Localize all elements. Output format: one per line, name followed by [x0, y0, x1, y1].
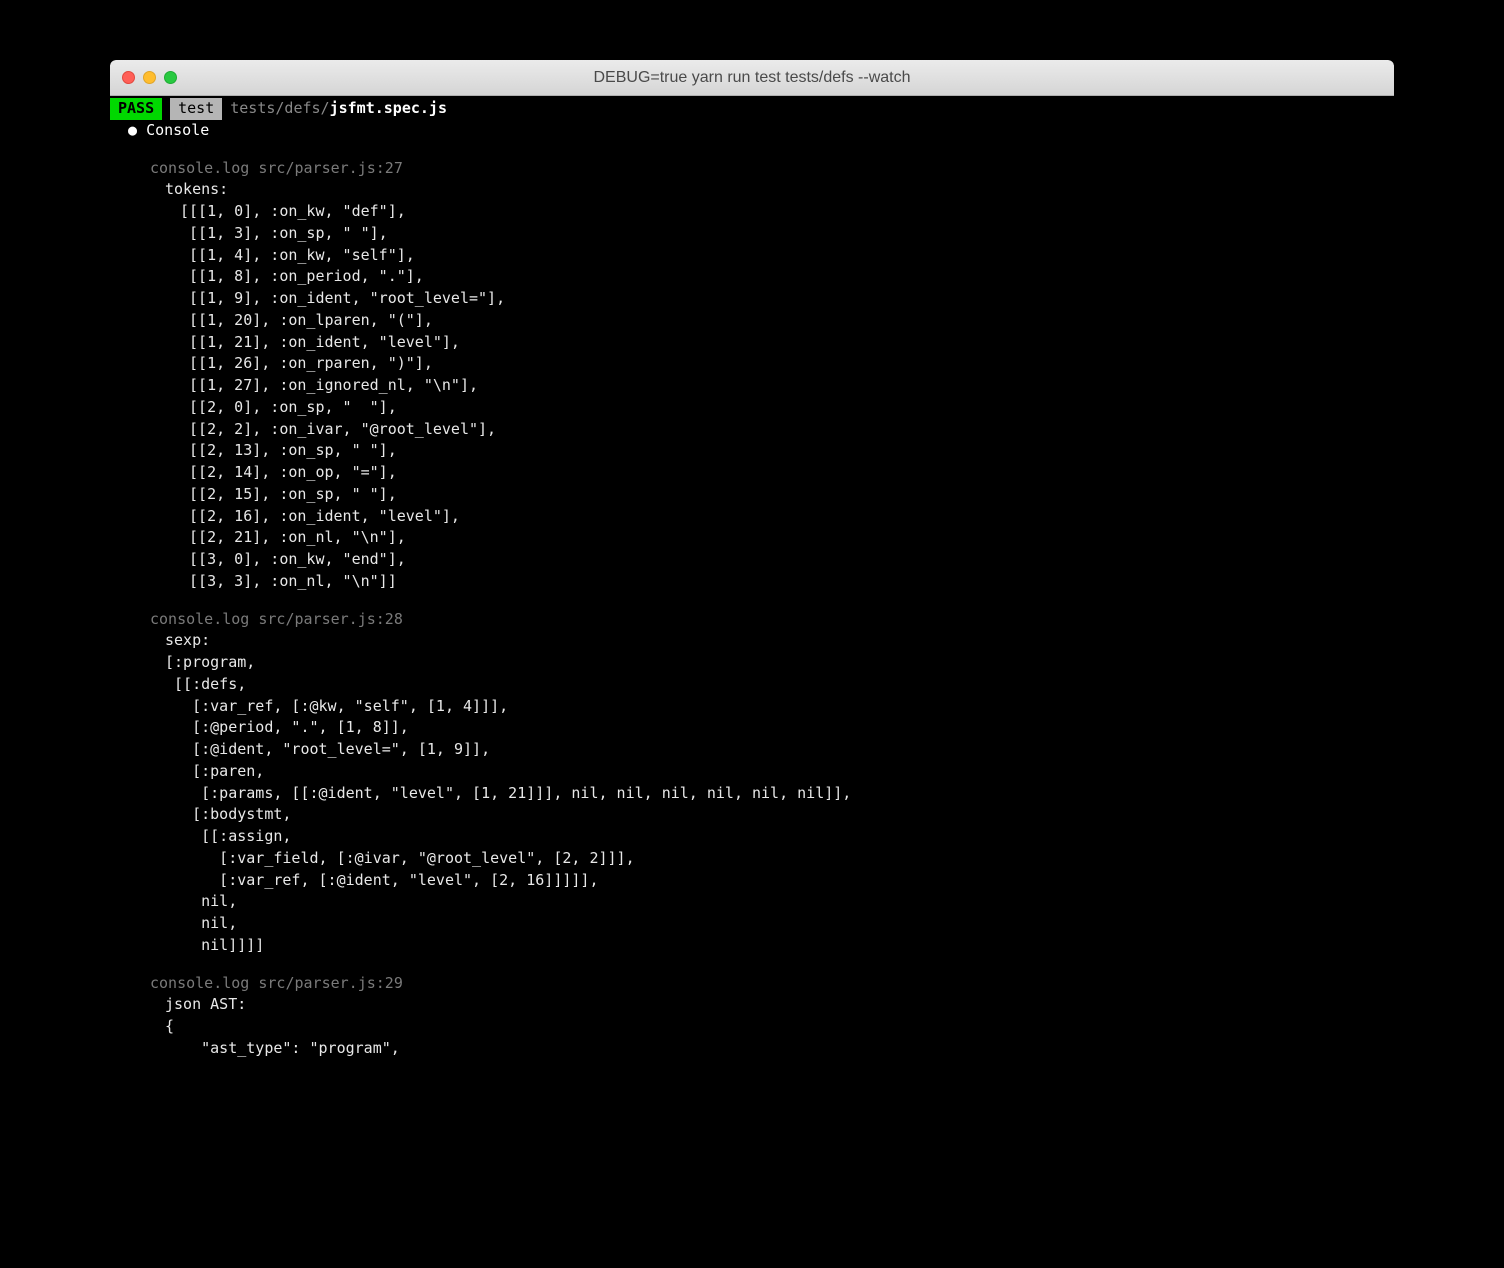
test-path-dir: tests/defs/ [230, 99, 329, 117]
log-line: [:var_ref, [:@ident, "level", [2, 16]]]]… [110, 870, 1394, 892]
window-title: DEBUG=true yarn run test tests/defs --wa… [110, 69, 1394, 87]
log-line: [[1, 4], :on_kw, "self"], [110, 245, 1394, 267]
log-line: [:paren, [110, 761, 1394, 783]
terminal-window: DEBUG=true yarn run test tests/defs --wa… [110, 60, 1394, 1080]
log-line: nil, [110, 891, 1394, 913]
log-line: [[2, 21], :on_nl, "\n"], [110, 527, 1394, 549]
log-line: [[:assign, [110, 826, 1394, 848]
log-line: [[1, 20], :on_lparen, "("], [110, 310, 1394, 332]
log-label: tokens: [110, 179, 1394, 201]
log-line: [[1, 27], :on_ignored_nl, "\n"], [110, 375, 1394, 397]
log-line: [:program, [110, 652, 1394, 674]
titlebar[interactable]: DEBUG=true yarn run test tests/defs --wa… [110, 60, 1394, 96]
test-path: tests/defs/jsfmt.spec.js [224, 98, 447, 120]
log-line: [[1, 9], :on_ident, "root_level="], [110, 288, 1394, 310]
close-icon[interactable] [122, 71, 135, 84]
log-line: [[:defs, [110, 674, 1394, 696]
log-line: "ast_type": "program", [110, 1038, 1394, 1060]
log-block-2: console.log src/parser.js:29 json AST: {… [110, 973, 1394, 1060]
test-badge: test [170, 98, 222, 120]
log-line: [[1, 26], :on_rparen, ")"], [110, 353, 1394, 375]
minimize-icon[interactable] [143, 71, 156, 84]
log-block-1: console.log src/parser.js:28 sexp: [:pro… [110, 609, 1394, 957]
console-section-header: ● Console [110, 120, 1394, 142]
traffic-lights [110, 71, 177, 84]
log-line: [[[1, 0], :on_kw, "def"], [110, 201, 1394, 223]
log-location: console.log src/parser.js:29 [110, 973, 1394, 995]
log-line: [[2, 13], :on_sp, " "], [110, 440, 1394, 462]
log-line: [[2, 16], :on_ident, "level"], [110, 506, 1394, 528]
log-line: [[2, 15], :on_sp, " "], [110, 484, 1394, 506]
log-line: [[1, 8], :on_period, "."], [110, 266, 1394, 288]
log-line: nil]]]] [110, 935, 1394, 957]
bullet-icon: ● [128, 121, 137, 139]
log-line: [:@period, ".", [1, 8]], [110, 717, 1394, 739]
log-line: [:var_field, [:@ivar, "@root_level", [2,… [110, 848, 1394, 870]
log-line: [:params, [[:@ident, "level", [1, 21]]],… [110, 783, 1394, 805]
test-path-file: jsfmt.spec.js [330, 99, 447, 117]
log-label: json AST: [110, 994, 1394, 1016]
pass-badge: PASS [110, 98, 162, 120]
console-label: Console [146, 121, 209, 139]
log-line: [[3, 3], :on_nl, "\n"]] [110, 571, 1394, 593]
maximize-icon[interactable] [164, 71, 177, 84]
log-location: console.log src/parser.js:27 [110, 158, 1394, 180]
log-line: [:@ident, "root_level=", [1, 9]], [110, 739, 1394, 761]
log-label: sexp: [110, 630, 1394, 652]
log-line: [:var_ref, [:@kw, "self", [1, 4]]], [110, 696, 1394, 718]
log-line: { [110, 1016, 1394, 1038]
log-line: [[2, 0], :on_sp, " "], [110, 397, 1394, 419]
log-line: nil, [110, 913, 1394, 935]
terminal-output[interactable]: PASS test tests/defs/jsfmt.spec.js ● Con… [110, 96, 1394, 1080]
log-line: [[2, 14], :on_op, "="], [110, 462, 1394, 484]
log-line: [[1, 21], :on_ident, "level"], [110, 332, 1394, 354]
log-line: [[3, 0], :on_kw, "end"], [110, 549, 1394, 571]
test-status-line: PASS test tests/defs/jsfmt.spec.js [110, 98, 1394, 120]
log-line: [:bodystmt, [110, 804, 1394, 826]
log-location: console.log src/parser.js:28 [110, 609, 1394, 631]
log-block-0: console.log src/parser.js:27 tokens: [[[… [110, 158, 1394, 593]
log-line: [[1, 3], :on_sp, " "], [110, 223, 1394, 245]
log-line: [[2, 2], :on_ivar, "@root_level"], [110, 419, 1394, 441]
